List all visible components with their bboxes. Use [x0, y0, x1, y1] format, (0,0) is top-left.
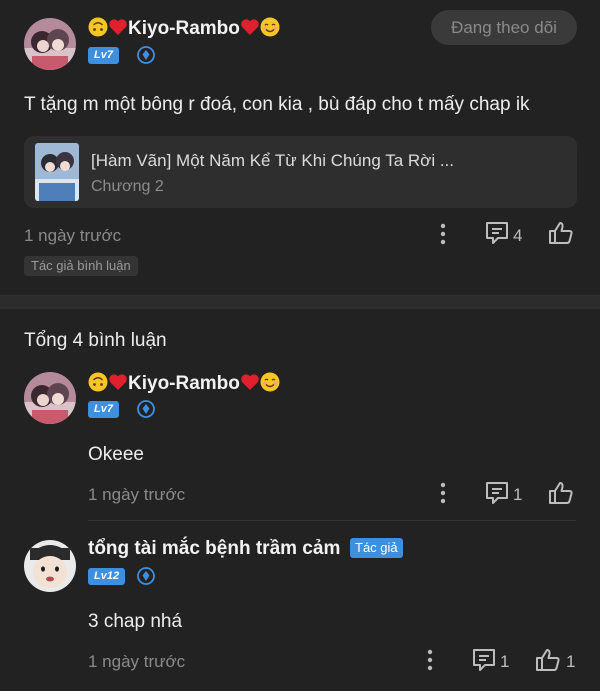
heart-emoji — [240, 17, 260, 37]
chapter-card[interactable]: [Hàm Vãn] Một Năm Kể Từ Khi Chúng Ta Rời… — [24, 136, 577, 208]
comment-text: Okeee — [88, 444, 144, 465]
vip-diamond-icon — [137, 400, 155, 418]
chapter-card-subtitle: Chương 2 — [91, 178, 164, 195]
comment-avatar[interactable] — [24, 540, 76, 592]
comment-icon[interactable] — [484, 220, 510, 246]
comment-time: 1 ngày trước — [88, 485, 186, 504]
comment-divider — [88, 520, 576, 521]
comment-time: 1 ngày trước — [88, 652, 186, 671]
comment-like-count: 1 — [566, 652, 576, 671]
post-time: 1 ngày trước — [24, 226, 122, 245]
comments-count-title: Tổng 4 bình luận — [24, 330, 167, 351]
post-reply-count: 4 — [513, 226, 523, 245]
thumbs-up-icon[interactable] — [548, 220, 574, 246]
author-comment-chip: Tác giả bình luận — [24, 256, 138, 276]
more-vertical-icon[interactable] — [438, 222, 448, 246]
post-level-badge: Lv7 — [88, 47, 119, 64]
comment-username: tổng tài mắc bệnh trầm cảm — [88, 538, 341, 559]
comment-text: 3 chap nhá — [88, 611, 183, 632]
upside-down-face-emoji — [88, 17, 108, 37]
comment-username: Kiyo-Rambo — [128, 373, 240, 394]
comment-icon[interactable] — [471, 647, 497, 673]
comment-level-badge: Lv7 — [88, 401, 119, 418]
comment-username-line[interactable]: tổng tài mắc bệnh trầm cảm — [88, 538, 340, 560]
post-text: T tặng m một bông r đoá, con kia , bù đá… — [24, 94, 530, 115]
vip-diamond-icon — [137, 46, 155, 64]
section-separator — [0, 295, 600, 309]
thumbs-up-icon[interactable] — [535, 647, 561, 673]
follow-button[interactable]: Đang theo dõi — [431, 10, 577, 45]
comment-level-badge: Lv12 — [88, 568, 126, 585]
comment-reply-count: 1 — [513, 485, 523, 504]
heart-emoji — [108, 372, 128, 392]
smiling-face-emoji — [260, 17, 280, 37]
comment-username-line[interactable]: Kiyo-Rambo — [88, 372, 280, 395]
vip-diamond-icon — [137, 567, 155, 585]
author-tag-badge: Tác giả — [350, 538, 403, 558]
smiling-face-emoji — [260, 372, 280, 392]
comment-icon[interactable] — [484, 480, 510, 506]
post-avatar[interactable] — [24, 18, 76, 70]
post-username-line[interactable]: Kiyo-Rambo — [88, 17, 280, 40]
thumbs-up-icon[interactable] — [548, 480, 574, 506]
more-vertical-icon[interactable] — [438, 481, 448, 505]
heart-emoji — [240, 372, 260, 392]
more-vertical-icon[interactable] — [425, 648, 435, 672]
heart-emoji — [108, 17, 128, 37]
chapter-cover-thumbnail — [35, 143, 79, 201]
upside-down-face-emoji — [88, 372, 108, 392]
chapter-card-title: [Hàm Vãn] Một Năm Kể Từ Khi Chúng Ta Rời… — [91, 151, 454, 170]
comment-avatar[interactable] — [24, 372, 76, 424]
comment-reply-count: 1 — [500, 652, 510, 671]
post-username: Kiyo-Rambo — [128, 18, 240, 39]
